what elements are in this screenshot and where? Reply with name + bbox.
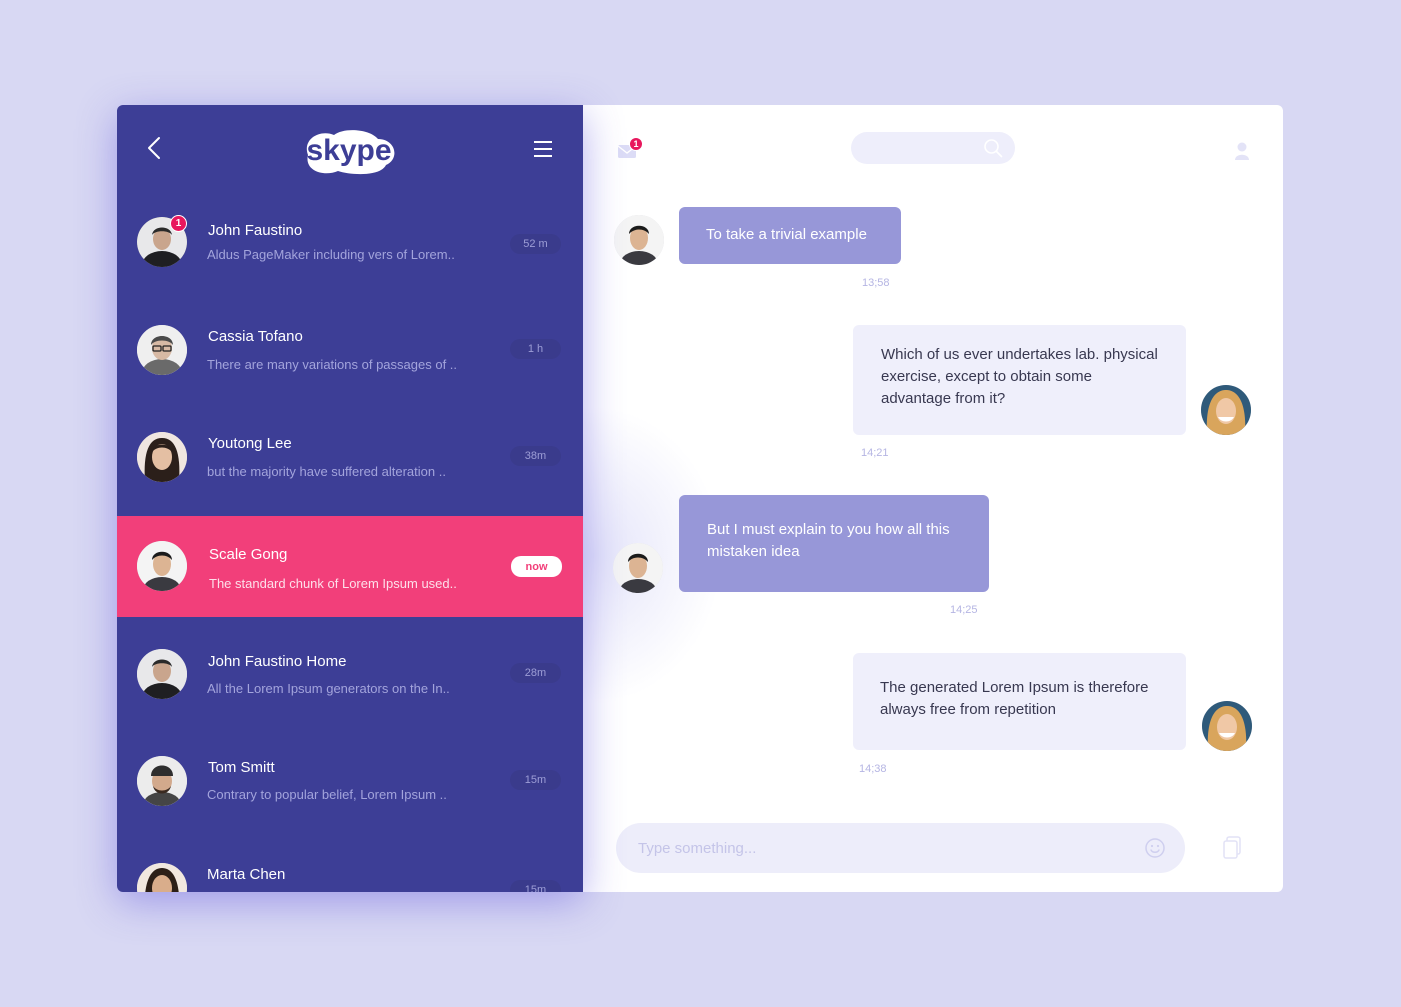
message-preview: There are many variations of passages of…	[207, 357, 458, 372]
contact-avatar	[137, 756, 187, 806]
search-icon[interactable]	[983, 138, 1003, 158]
message-timestamp: 14;25	[950, 604, 978, 616]
message-timestamp: 14;21	[861, 447, 889, 459]
message-preview: Contrary to popular belief, Lorem Ipsum …	[207, 787, 447, 802]
message-bubble-outgoing: The generated Lorem Ipsum is therefore a…	[853, 653, 1186, 750]
svg-text:skype: skype	[306, 134, 391, 167]
sender-avatar	[613, 543, 663, 593]
message-preview: but the majority have suffered alteratio…	[207, 464, 446, 479]
avatar-portrait-icon	[137, 756, 187, 806]
contact-avatar	[137, 863, 187, 892]
avatar-portrait-icon	[137, 432, 187, 482]
message-input[interactable]	[616, 823, 1185, 873]
contact-name: John Faustino	[208, 222, 303, 239]
sender-avatar	[614, 215, 664, 265]
chat-list-item-active[interactable]: Scale Gong The standard chunk of Lorem I…	[117, 516, 583, 617]
message-timestamp: 14;38	[859, 763, 887, 775]
avatar-portrait-icon	[137, 863, 187, 892]
unread-badge: 1	[170, 215, 187, 232]
avatar-portrait-icon	[1202, 701, 1252, 751]
contact-avatar	[137, 541, 187, 591]
last-message-time: now	[511, 556, 562, 577]
sidebar-header: skype	[117, 105, 583, 200]
back-arrow-icon[interactable]	[143, 135, 167, 161]
skype-app-window: skype 1 John Faustino Aldus PageMaker in…	[117, 105, 1283, 892]
own-avatar	[1202, 701, 1252, 751]
message-preview: Aldus PageMaker including vers of Lorem.…	[207, 247, 455, 262]
conversation-panel: 1 To take a trivial example 13;58 Which …	[583, 105, 1283, 892]
attach-file-icon[interactable]	[1222, 836, 1242, 860]
contact-name: Youtong Lee	[208, 435, 292, 452]
skype-logo: skype	[306, 130, 395, 175]
contact-name: Scale Gong	[209, 546, 288, 563]
message-bubble-incoming: But I must explain to you how all this m…	[679, 495, 989, 592]
message-preview: The standard chunk of Lorem Ipsum used..	[209, 576, 457, 591]
hamburger-menu-icon[interactable]	[532, 139, 554, 159]
own-avatar	[1201, 385, 1251, 435]
last-message-time: 52 m	[510, 234, 561, 254]
contact-avatar	[137, 432, 187, 482]
message-bubble-incoming: To take a trivial example	[679, 207, 901, 264]
contact-name: Tom Smitt	[208, 759, 275, 776]
avatar-portrait-icon	[613, 543, 663, 593]
chat-list-item[interactable]: Tom Smitt Contrary to popular belief, Lo…	[117, 756, 583, 863]
user-profile-icon[interactable]	[1234, 141, 1250, 161]
avatar-portrait-icon	[1201, 385, 1251, 435]
contact-name: Marta Chen	[207, 866, 286, 883]
avatar-portrait-icon	[614, 215, 664, 265]
message-bubble-outgoing: Which of us ever undertakes lab. physica…	[853, 325, 1186, 435]
avatar-portrait-icon	[137, 325, 187, 375]
chat-list-item[interactable]: Marta Chen 15m	[117, 863, 583, 892]
contact-avatar	[137, 649, 187, 699]
chat-list-item[interactable]: John Faustino Home All the Lorem Ipsum g…	[117, 649, 583, 756]
contact-name: John Faustino Home	[208, 653, 347, 670]
avatar-portrait-icon	[137, 649, 187, 699]
message-preview: All the Lorem Ipsum generators on the In…	[207, 681, 450, 696]
last-message-time: 38m	[510, 446, 561, 466]
emoji-icon[interactable]	[1144, 837, 1166, 859]
message-timestamp: 13;58	[862, 277, 890, 289]
avatar-portrait-icon	[137, 541, 187, 591]
mail-unread-badge: 1	[629, 137, 643, 151]
contact-name: Cassia Tofano	[208, 328, 303, 345]
chat-list-item[interactable]: 1 John Faustino Aldus PageMaker includin…	[117, 215, 583, 324]
conversation-sidebar: skype 1 John Faustino Aldus PageMaker in…	[117, 105, 583, 892]
last-message-time: 15m	[510, 880, 561, 892]
chat-list-item[interactable]: Cassia Tofano There are many variations …	[117, 325, 583, 432]
last-message-time: 15m	[510, 770, 561, 790]
last-message-time: 1 h	[510, 339, 561, 359]
contact-avatar	[137, 325, 187, 375]
last-message-time: 28m	[510, 663, 561, 683]
